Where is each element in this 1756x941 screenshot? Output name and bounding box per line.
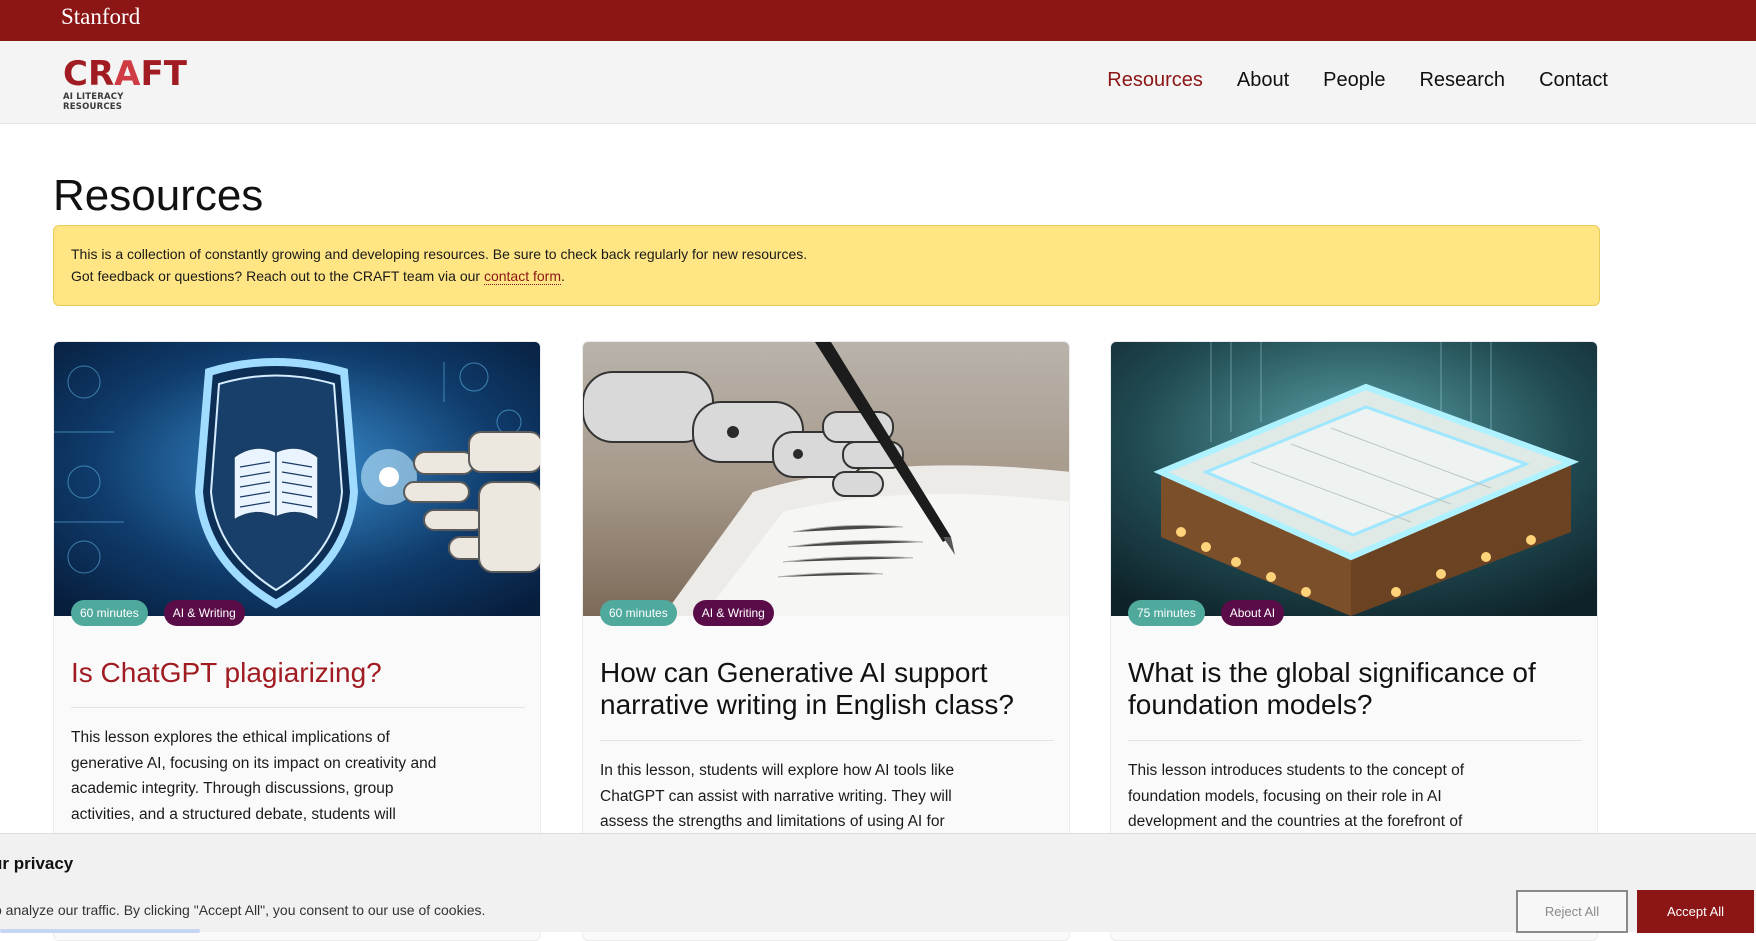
topic-badge[interactable]: About AI (1220, 600, 1285, 626)
cookie-title: ur privacy (0, 854, 74, 873)
reject-all-button[interactable]: Reject All (1516, 890, 1628, 933)
card-badges: 60 minutes AI & Writing (71, 600, 245, 626)
info-notice: This is a collection of constantly growi… (53, 225, 1600, 306)
card-title[interactable]: What is the global significance of found… (1128, 657, 1582, 721)
duration-badge: 75 minutes (1128, 600, 1205, 626)
nav-people[interactable]: People (1323, 69, 1385, 92)
focus-strip (0, 929, 200, 933)
card-image-glowing-chip[interactable] (1111, 342, 1597, 616)
card-image-robot-hand-writing[interactable] (583, 342, 1069, 616)
logo-tagline: AI LITERACY RESOURCES (63, 92, 124, 112)
page-title: Resources (53, 171, 264, 220)
card-title[interactable]: How can Generative AI support narrative … (600, 657, 1054, 721)
topic-badge[interactable]: AI & Writing (692, 600, 774, 626)
card-badges: 60 minutes AI & Writing (600, 600, 774, 626)
stanford-bar: Stanford (0, 0, 1756, 41)
card-badges: 75 minutes About AI (1128, 600, 1285, 626)
notice-line-2: Got feedback or questions? Reach out to … (71, 268, 565, 285)
nav-resources[interactable]: Resources (1107, 69, 1203, 92)
contact-form-link[interactable]: contact form (483, 268, 561, 285)
cookie-banner: ur privacy o analyze our traffic. By cli… (0, 833, 1756, 933)
nav-contact[interactable]: Contact (1539, 69, 1608, 92)
card-divider (600, 740, 1054, 741)
accept-all-button[interactable]: Accept All (1637, 890, 1754, 933)
duration-badge: 60 minutes (600, 600, 677, 626)
notice-line-1: This is a collection of constantly growi… (71, 246, 808, 262)
stanford-wordmark[interactable]: Stanford (61, 4, 140, 30)
nav-about[interactable]: About (1237, 69, 1289, 92)
card-description: This lesson explores the ethical implica… (71, 729, 437, 823)
main-nav: Resources About People Research Contact (1107, 69, 1608, 92)
site-header: CRAFT AI LITERACY RESOURCES Resources Ab… (0, 41, 1756, 124)
topic-badge[interactable]: AI & Writing (163, 600, 245, 626)
craft-logo[interactable]: CRAFT AI LITERACY RESOURCES (63, 54, 187, 112)
duration-badge: 60 minutes (71, 600, 148, 626)
card-image-shield-robot[interactable] (54, 342, 540, 616)
card-description: This lesson introduces students to the c… (1128, 762, 1465, 830)
logo-title: CRAFT (63, 54, 187, 94)
card-divider (71, 707, 525, 708)
cookie-text: o analyze our traffic. By clicking "Acce… (0, 902, 486, 918)
card-title[interactable]: Is ChatGPT plagiarizing? (71, 657, 525, 689)
nav-research[interactable]: Research (1419, 69, 1505, 92)
card-description: In this lesson, students will explore ho… (600, 762, 955, 830)
card-divider (1128, 740, 1582, 741)
